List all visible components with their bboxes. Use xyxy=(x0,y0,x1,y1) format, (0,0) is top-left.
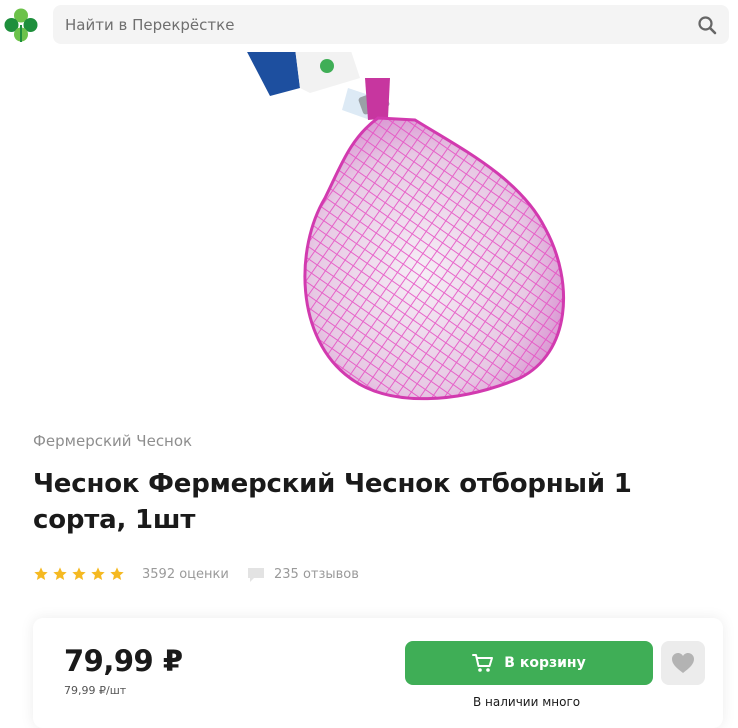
rating-row: 3592 оценки 235 отзывов xyxy=(33,565,453,585)
price: 79,99 ₽ xyxy=(64,644,183,678)
star-icon xyxy=(91,567,105,580)
search-button[interactable] xyxy=(697,15,717,35)
buy-card: 79,99 ₽ 79,99 ₽/шт В корзину В наличии м… xyxy=(33,618,723,728)
add-to-cart-label: В корзину xyxy=(504,655,586,671)
brand-link[interactable]: Фермерский Чеснок xyxy=(33,432,192,450)
logo-link[interactable] xyxy=(2,6,40,44)
reviews-count-link[interactable]: 235 отзывов xyxy=(274,567,359,582)
search-icon xyxy=(698,16,717,35)
unit-price: 79,99 ₽/шт xyxy=(64,684,127,697)
star-icon xyxy=(110,567,124,580)
add-to-cart-button[interactable]: В корзину xyxy=(405,641,653,685)
cart-icon xyxy=(472,654,494,672)
star-icon xyxy=(34,567,48,580)
search-input[interactable] xyxy=(53,5,673,44)
product-label-tag xyxy=(245,48,378,120)
search-bar xyxy=(53,5,729,44)
star-icon xyxy=(53,567,67,580)
comment-icon xyxy=(248,568,264,582)
product-title: Чеснок Фермерский Чеснок отборный 1 сорт… xyxy=(33,469,632,535)
garlic-net-image xyxy=(245,48,565,401)
heart-icon xyxy=(672,653,694,673)
availability-status: В наличии много xyxy=(473,695,581,709)
star-icon xyxy=(72,567,86,580)
star-rating[interactable] xyxy=(33,565,128,585)
product-image[interactable] xyxy=(200,48,580,418)
favorite-button[interactable] xyxy=(661,641,705,685)
header xyxy=(0,0,738,52)
clover-logo-icon xyxy=(4,8,38,42)
ratings-count-link[interactable]: 3592 оценки xyxy=(142,567,229,582)
